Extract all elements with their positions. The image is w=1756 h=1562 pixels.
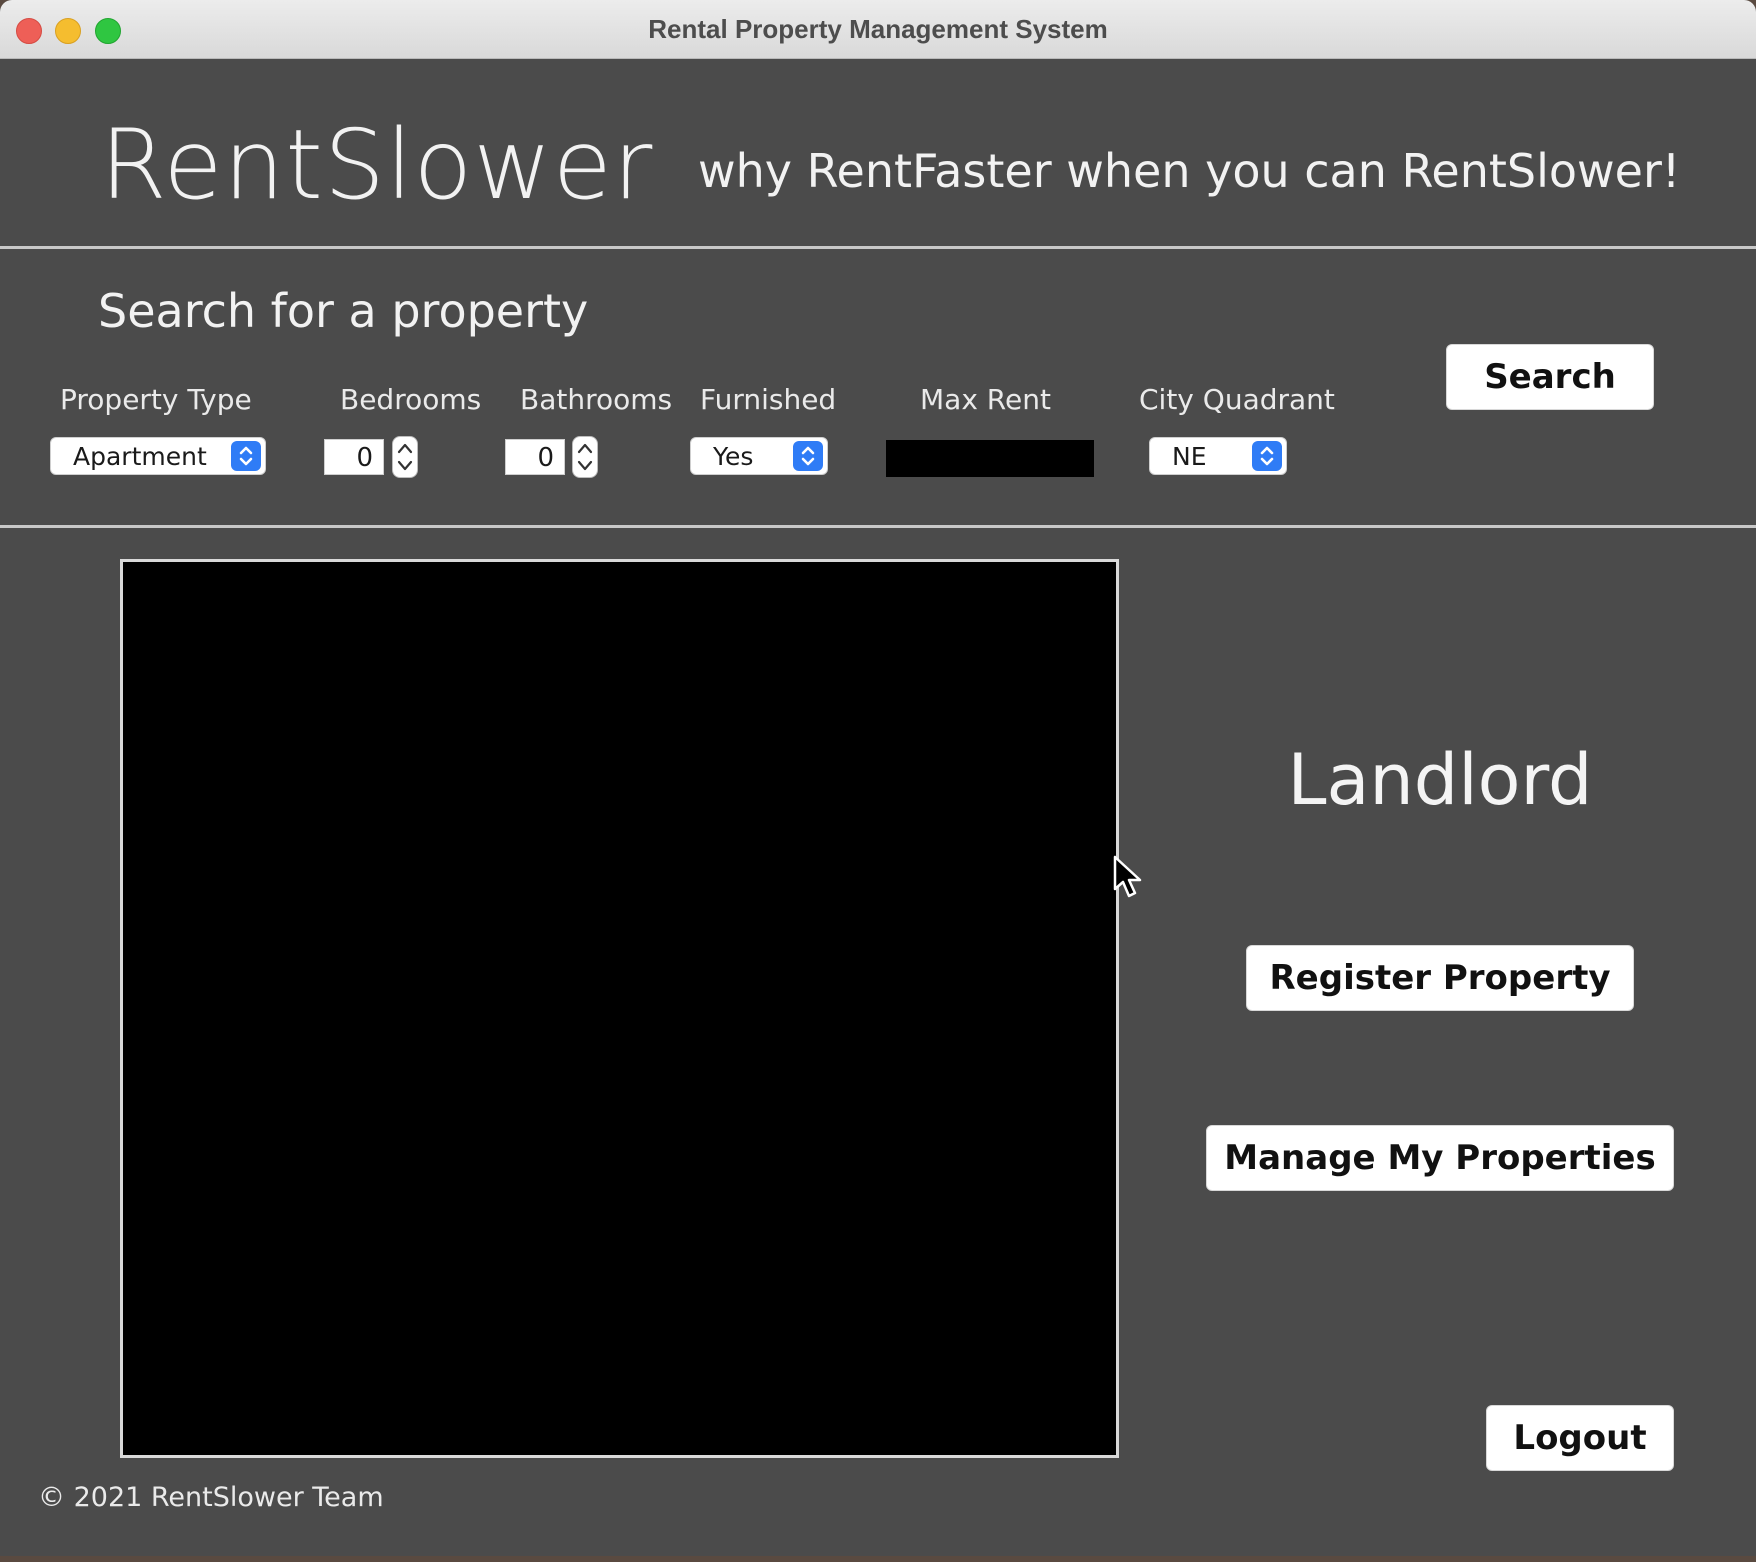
property-type-select[interactable]: Apartment	[50, 437, 266, 475]
manage-properties-button[interactable]: Manage My Properties	[1206, 1125, 1674, 1191]
chevron-up-down-icon	[793, 441, 823, 471]
app-window: Rental Property Management System RentSl…	[0, 0, 1756, 1556]
search-button[interactable]: Search	[1446, 344, 1654, 410]
city-quadrant-label: City Quadrant	[1139, 383, 1335, 416]
title-bar: Rental Property Management System	[0, 0, 1756, 59]
stepper-arrows-icon	[397, 443, 413, 471]
bathrooms-spinner-input[interactable]: 0	[505, 439, 565, 475]
footer-copyright: © 2021 RentSlower Team	[38, 1482, 384, 1513]
furnished-select[interactable]: Yes	[690, 437, 828, 475]
search-divider	[0, 525, 1756, 528]
logout-button[interactable]: Logout	[1486, 1405, 1674, 1471]
search-section-title: Search for a property	[98, 284, 589, 338]
register-property-button[interactable]: Register Property	[1246, 945, 1634, 1011]
bathrooms-label: Bathrooms	[520, 383, 673, 416]
max-rent-input[interactable]	[886, 440, 1094, 477]
property-type-label: Property Type	[60, 383, 252, 416]
bedrooms-stepper[interactable]	[392, 436, 418, 478]
slogan: why RentFaster when you can RentSlower!	[698, 144, 1681, 198]
bedrooms-label: Bedrooms	[340, 383, 482, 416]
bedrooms-spinner-input[interactable]: 0	[324, 439, 384, 475]
stepper-arrows-icon	[577, 443, 593, 471]
city-quadrant-select[interactable]: NE	[1149, 437, 1287, 475]
furnished-label: Furnished	[700, 383, 837, 416]
furnished-value: Yes	[713, 442, 754, 471]
header-divider	[0, 246, 1756, 249]
chevron-up-down-icon	[231, 441, 261, 471]
chevron-up-down-icon	[1252, 441, 1282, 471]
mouse-pointer-icon	[1113, 855, 1142, 898]
window-title: Rental Property Management System	[648, 14, 1108, 44]
bathrooms-stepper[interactable]	[572, 436, 598, 478]
max-rent-label: Max Rent	[920, 383, 1051, 416]
bedrooms-value: 0	[356, 443, 373, 473]
city-quadrant-value: NE	[1172, 442, 1207, 471]
bathrooms-value: 0	[537, 443, 554, 473]
search-results-panel[interactable]	[120, 559, 1119, 1458]
property-type-value: Apartment	[73, 442, 207, 471]
brand-logo-text: RentSlower	[100, 109, 654, 221]
user-role-label: Landlord	[1287, 739, 1593, 821]
